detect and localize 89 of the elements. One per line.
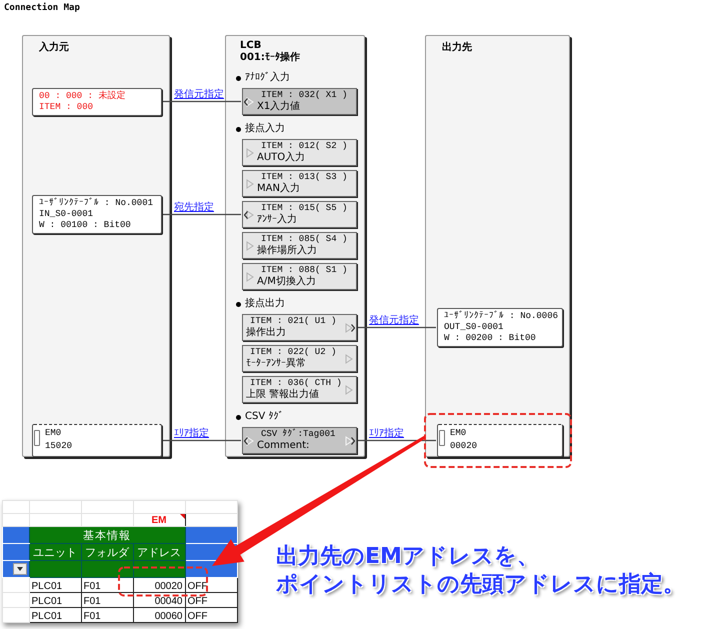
item-id: ITEM : 012( S2 ) bbox=[261, 141, 348, 152]
bracket-icon bbox=[439, 430, 445, 446]
bullet-icon bbox=[236, 126, 241, 132]
node-text: ITEM : 000 bbox=[39, 102, 94, 113]
item-id: ITEM : 022( U2 ) bbox=[250, 347, 336, 358]
item-id: ITEM : 021( U1 ) bbox=[250, 316, 336, 326]
triangle-icon bbox=[246, 148, 254, 158]
chevron-icon bbox=[244, 210, 248, 218]
link-label[interactable]: ｴﾘｱ指定 bbox=[369, 428, 404, 440]
table-cell: OFF bbox=[185, 608, 237, 622]
node-text: 15020 bbox=[45, 440, 72, 453]
item-label: X1入力値 bbox=[257, 101, 300, 113]
item-id: ITEM : 036( CTH ) bbox=[250, 378, 342, 388]
table-cell: 00060 bbox=[133, 608, 185, 622]
item-id: ITEM : 032( X1 ) bbox=[261, 90, 348, 100]
section-title: ｱﾅﾛｸﾞ入力 bbox=[245, 72, 290, 84]
column-header: ユニット bbox=[29, 544, 81, 560]
table-cell: F01 bbox=[81, 578, 133, 592]
column-header: アドレス bbox=[133, 544, 185, 560]
column-header: フォルダ bbox=[81, 544, 133, 560]
caret-icon bbox=[16, 567, 22, 571]
link-label[interactable]: 発信元指定 bbox=[369, 315, 419, 327]
chevron-icon bbox=[244, 436, 248, 444]
section-title: 接点入力 bbox=[245, 123, 285, 135]
bullet-icon bbox=[236, 76, 241, 80]
item-label: A/M切換入力 bbox=[257, 276, 316, 288]
section-title: 接点出力 bbox=[245, 298, 285, 310]
panel-title: 出力先 bbox=[442, 42, 472, 54]
item-id: ITEM : 088( S1 ) bbox=[261, 265, 348, 276]
item-id: ITEM : 013( S3 ) bbox=[261, 172, 348, 182]
triangle-icon bbox=[345, 384, 353, 394]
node-text: 00020 bbox=[450, 440, 478, 453]
triangle-icon bbox=[246, 96, 254, 106]
node-text: W : 00100 : Bit00 bbox=[39, 220, 131, 231]
panel-title: 入力元 bbox=[39, 42, 69, 54]
link-label[interactable]: 発信元指定 bbox=[174, 89, 224, 101]
item-label: Comment: bbox=[257, 440, 310, 452]
chevron-icon bbox=[351, 436, 355, 444]
node-text: OUT_S0-0001 bbox=[444, 322, 504, 333]
chevron-icon bbox=[244, 98, 248, 106]
group-header: 基本情報 bbox=[29, 526, 185, 544]
item-label: ｱﾝｻｰ入力 bbox=[257, 214, 297, 226]
table-cell: F01 bbox=[81, 592, 133, 608]
item-id: ITEM : 015( S5 ) bbox=[261, 203, 348, 214]
triangle-icon bbox=[246, 436, 254, 446]
item-id: ITEM : 085( S4 ) bbox=[261, 234, 348, 244]
node-text: IN_S0-0001 bbox=[39, 209, 94, 220]
node-text: W : 00200 : Bit00 bbox=[444, 333, 536, 344]
item-label: 上限 警報出力値 bbox=[246, 389, 320, 401]
triangle-icon bbox=[246, 272, 254, 282]
table-cell: 00020 bbox=[133, 578, 185, 592]
item-label: AUTO入力 bbox=[257, 152, 306, 164]
table-cell: OFF bbox=[185, 578, 237, 592]
callout-text: 出力先のEMアドレスを、 bbox=[276, 543, 539, 571]
node-text: ﾕｰｻﾞﾘﾝｸﾃｰﾌﾞﾙ : No.0001 bbox=[39, 198, 154, 209]
comment-mark-icon bbox=[180, 514, 184, 519]
table-cell: PLC01 bbox=[29, 608, 81, 622]
table-cell: 00040 bbox=[133, 592, 185, 608]
item-label: MAN入力 bbox=[257, 183, 300, 195]
item-id: CSV ﾀｸﾞ:Tag001 bbox=[261, 429, 336, 440]
bracket-icon bbox=[34, 430, 40, 446]
bullet-icon bbox=[236, 302, 241, 306]
table-cell: F01 bbox=[81, 608, 133, 622]
node-text: 00 : 000 : 未設定 bbox=[39, 91, 126, 102]
node-text: ﾕｰｻﾞﾘﾝｸﾃｰﾌﾞﾙ : No.0006 bbox=[444, 311, 558, 322]
page-title: Connection Map bbox=[4, 3, 80, 13]
table-cell: PLC01 bbox=[29, 592, 81, 608]
item-label: 操作場所入力 bbox=[257, 245, 317, 257]
link-label[interactable]: 宛先指定 bbox=[174, 202, 214, 214]
triangle-icon bbox=[345, 436, 353, 446]
triangle-icon bbox=[246, 178, 254, 188]
block-title: 001:ﾓｰﾀ操作 bbox=[240, 52, 300, 64]
table-cell: PLC01 bbox=[29, 578, 81, 592]
chevron-icon bbox=[351, 324, 355, 332]
triangle-icon bbox=[345, 322, 353, 332]
section-title: CSV ﾀｸﾞ bbox=[245, 411, 284, 423]
block-title: LCB bbox=[240, 40, 262, 52]
triangle-icon bbox=[345, 354, 353, 364]
node-text: EM0 bbox=[45, 427, 62, 440]
link-label[interactable]: ｴﾘｱ指定 bbox=[174, 428, 209, 440]
item-label: 操作出力 bbox=[246, 327, 286, 339]
bullet-icon bbox=[236, 414, 241, 420]
triangle-icon bbox=[246, 240, 254, 250]
node-text: EM0 bbox=[450, 427, 466, 440]
item-label: ﾓｰﾀｰｱﾝｻｰ異常 bbox=[246, 358, 306, 370]
callout-text: ポイントリストの先頭アドレスに指定。 bbox=[276, 571, 685, 599]
filter-dropdown[interactable] bbox=[12, 563, 26, 575]
triangle-icon bbox=[246, 210, 254, 220]
table-cell: OFF bbox=[185, 592, 237, 608]
